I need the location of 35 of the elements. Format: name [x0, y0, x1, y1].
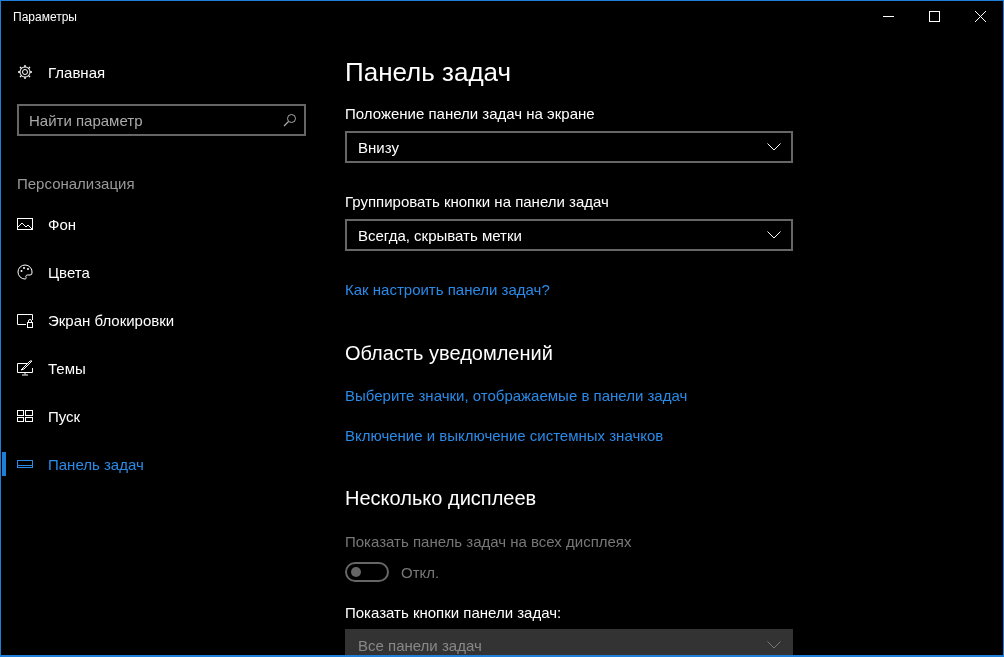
- window-title: Параметры: [12, 9, 77, 24]
- dropdown-label: Группировать кнопки на панели задач: [345, 192, 610, 212]
- monitor-lock-icon: [17, 312, 33, 328]
- dropdown-label: Показать кнопки панели задач:: [345, 603, 563, 623]
- palette-icon: [17, 264, 33, 280]
- nav-item[interactable]: Темы: [1, 344, 321, 392]
- page-title: Панель задач: [345, 56, 513, 88]
- chevron-down-icon: [767, 231, 781, 239]
- dropdown[interactable]: Внизу: [345, 131, 793, 163]
- settings-link[interactable]: Включение и выключение системных значков: [345, 427, 664, 444]
- tiles-icon: [17, 408, 33, 424]
- section-heading: Область уведомлений: [345, 342, 553, 364]
- nav-item[interactable]: Экран блокировки: [1, 296, 321, 344]
- picture-icon: [17, 216, 33, 232]
- close-icon: [974, 11, 986, 22]
- chevron-down-icon: [767, 641, 781, 649]
- section-heading: Несколько дисплеев: [345, 487, 537, 509]
- settings-link[interactable]: Выберите значки, отображаемые в панели задач: [345, 387, 688, 404]
- section-label: Персонализация: [17, 174, 136, 194]
- monitor-brush-icon: [17, 360, 33, 376]
- settings-link[interactable]: Как настроить панели задач?: [345, 281, 550, 298]
- nav-item[interactable]: Панель задач: [1, 440, 321, 488]
- search-icon: [283, 113, 297, 127]
- nav-item[interactable]: Пуск: [1, 392, 321, 440]
- nav-item[interactable]: Фон: [1, 200, 321, 248]
- search-field[interactable]: Найти параметр: [17, 104, 306, 136]
- nav-item[interactable]: Цвета: [1, 248, 321, 296]
- gear-icon: [17, 64, 33, 80]
- dropdown[interactable]: Всегда, скрывать метки: [345, 219, 793, 251]
- maximize-icon: [928, 11, 940, 22]
- dropdown-label: Положение панели задач на экране: [345, 104, 596, 124]
- toggle-state: Откл.: [401, 563, 440, 581]
- toggle-label: Показать панель задач на всех дисплеях: [345, 532, 633, 552]
- chevron-down-icon: [767, 143, 781, 151]
- home-nav-item[interactable]: Главная: [1, 60, 321, 84]
